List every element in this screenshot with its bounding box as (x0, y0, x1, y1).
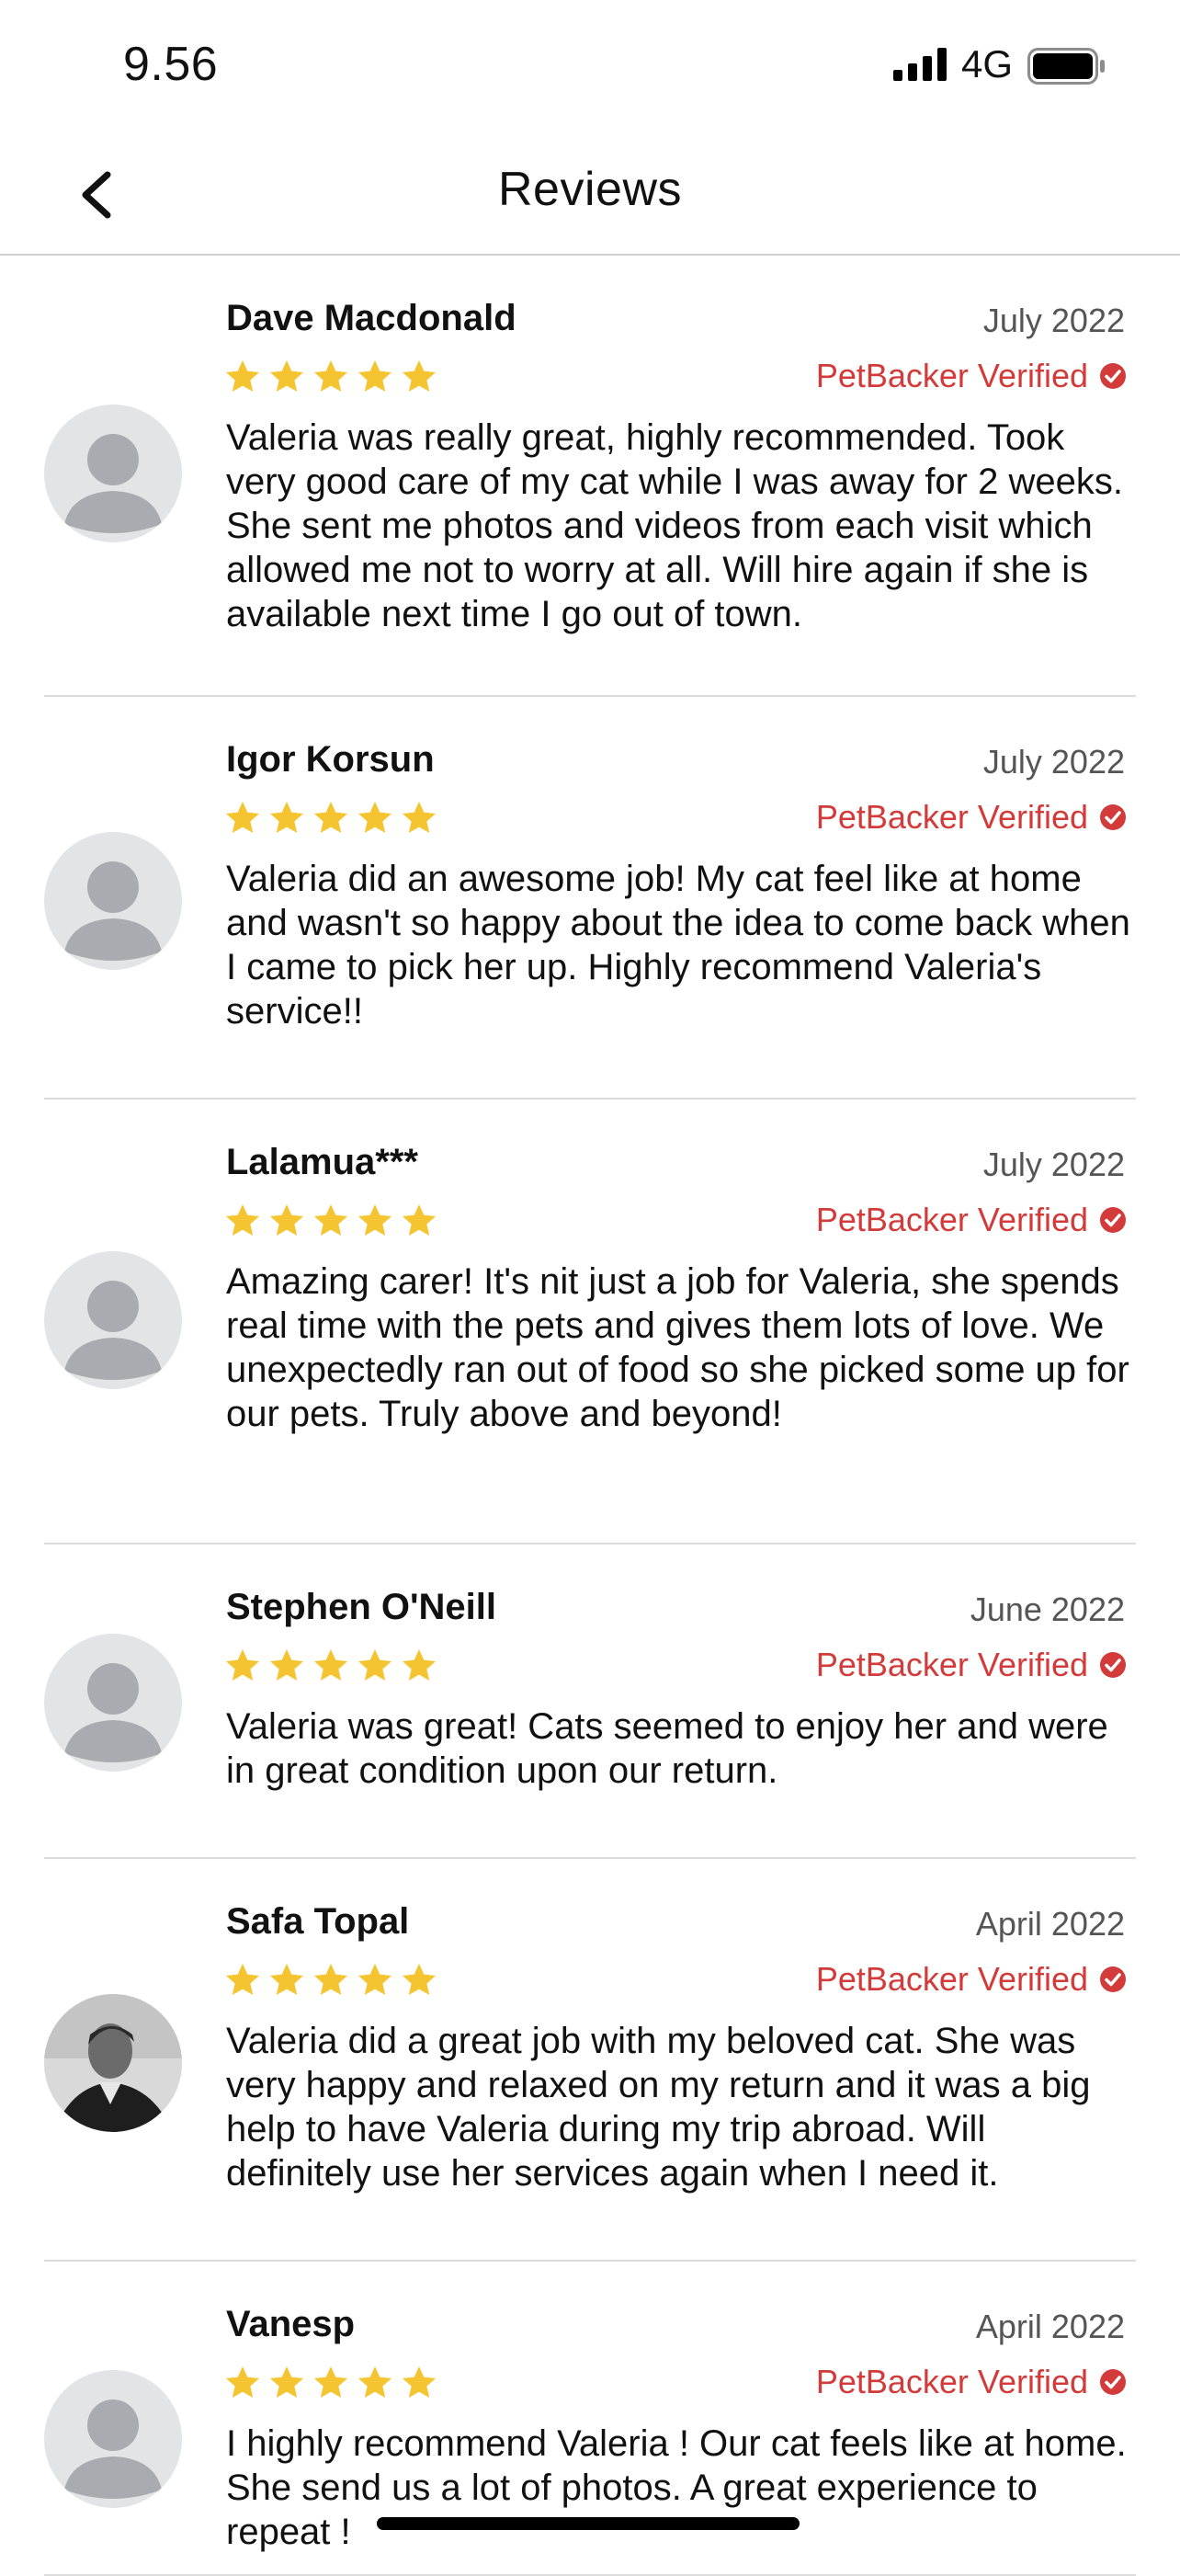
star-icon (226, 802, 259, 833)
avatar[interactable] (44, 405, 182, 542)
status-time: 9.56 (123, 38, 219, 91)
check-circle-icon (1100, 804, 1126, 830)
verified-label: PetBacker Verified (815, 1646, 1088, 1683)
star-icon (270, 1649, 303, 1681)
star-rating (224, 359, 437, 395)
star-icon (226, 2366, 259, 2398)
star-icon (226, 1649, 259, 1681)
verified-label: PetBacker Verified (815, 1960, 1088, 1998)
star-icon (226, 1964, 259, 1995)
star-icon (314, 1649, 347, 1681)
reviewer-name[interactable]: Igor Korsun (226, 739, 435, 781)
verified-badge: PetBacker Verified (816, 1960, 1127, 1999)
avatar[interactable] (44, 1994, 182, 2132)
review-date: July 2022 (982, 302, 1125, 339)
review-date: July 2022 (982, 743, 1125, 781)
star-icon (403, 802, 436, 833)
star-icon (314, 360, 347, 392)
review-item: Stephen O'Neill June 2022 PetBacker Veri… (44, 1544, 1136, 1859)
star-icon (403, 360, 436, 392)
verified-label: PetBacker Verified (815, 2363, 1088, 2400)
verified-badge: PetBacker Verified (816, 798, 1127, 837)
review-text: Valeria was really great, highly recomme… (226, 417, 1123, 634)
review-text: Valeria did a great job with my beloved … (226, 2021, 1091, 2194)
review-text: Valeria was great! Cats seemed to enjoy … (226, 1706, 1108, 1791)
star-icon (270, 2366, 303, 2398)
verified-badge: PetBacker Verified (816, 1646, 1127, 1684)
star-rating (224, 800, 437, 837)
reviewer-name[interactable]: Stephen O'Neill (226, 1587, 496, 1628)
review-text: Amazing carer! It's nit just a job for V… (226, 1261, 1129, 1434)
star-icon (403, 1649, 436, 1681)
review-date: July 2022 (982, 1146, 1125, 1183)
cellular-signal-icon (893, 48, 947, 81)
page-title: Reviews (498, 163, 682, 216)
star-icon (358, 1964, 391, 1995)
star-icon (314, 1964, 347, 1995)
star-icon (226, 1204, 259, 1236)
star-icon (358, 802, 391, 833)
star-icon (270, 802, 303, 833)
star-icon (270, 360, 303, 392)
reviewer-name[interactable]: Dave Macdonald (226, 298, 516, 339)
verified-badge: PetBacker Verified (816, 357, 1127, 395)
review-item: Lalamua*** July 2022 PetBacker Verified … (44, 1100, 1136, 1544)
star-icon (403, 2366, 436, 2398)
verified-badge: PetBacker Verified (816, 1201, 1127, 1239)
star-icon (226, 360, 259, 392)
check-circle-icon (1100, 363, 1126, 389)
review-item: Dave Macdonald July 2022 PetBacker Verif… (44, 256, 1136, 697)
verified-label: PetBacker Verified (815, 357, 1088, 394)
star-icon (358, 360, 391, 392)
review-date: April 2022 (975, 2308, 1125, 2345)
star-icon (358, 2366, 391, 2398)
verified-label: PetBacker Verified (815, 798, 1088, 836)
star-icon (270, 1204, 303, 1236)
star-rating (224, 1647, 437, 1684)
star-icon (314, 802, 347, 833)
star-icon (358, 1649, 391, 1681)
star-rating (224, 2365, 437, 2401)
verified-badge: PetBacker Verified (816, 2363, 1127, 2401)
check-circle-icon (1100, 1966, 1126, 1992)
avatar[interactable] (44, 1251, 182, 1389)
battery-icon (1027, 48, 1105, 85)
review-item: Igor Korsun July 2022 PetBacker Verified… (44, 697, 1136, 1100)
avatar[interactable] (44, 832, 182, 970)
verified-label: PetBacker Verified (815, 1201, 1088, 1238)
network-type: 4G (961, 42, 1014, 85)
star-icon (403, 1964, 436, 1995)
check-circle-icon (1100, 1652, 1126, 1678)
review-item: Safa Topal April 2022 PetBacker Verified… (44, 1859, 1136, 2262)
star-icon (270, 1964, 303, 1995)
review-text: I highly recommend Valeria ! Our cat fee… (226, 2423, 1127, 2552)
review-date: April 2022 (975, 1905, 1125, 1943)
nav-bar: Reviews (0, 129, 1180, 256)
reviews-list[interactable]: Dave Macdonald July 2022 PetBacker Verif… (0, 256, 1180, 2576)
avatar[interactable] (44, 1634, 182, 1772)
status-bar: 9.56 4G (0, 0, 1180, 129)
reviewer-name[interactable]: Vanesp (226, 2304, 355, 2345)
star-icon (403, 1204, 436, 1236)
star-icon (314, 1204, 347, 1236)
review-text: Valeria did an awesome job! My cat feel … (226, 859, 1130, 1032)
home-indicator (377, 2517, 800, 2530)
avatar[interactable] (44, 2370, 182, 2508)
star-icon (314, 2366, 347, 2398)
star-rating (224, 1203, 437, 1239)
review-date: June 2022 (970, 1590, 1125, 1628)
star-rating (224, 1962, 437, 1999)
check-circle-icon (1100, 2369, 1126, 2395)
reviewer-name[interactable]: Lalamua*** (226, 1142, 418, 1183)
star-icon (358, 1204, 391, 1236)
reviewer-name[interactable]: Safa Topal (226, 1901, 409, 1943)
check-circle-icon (1100, 1207, 1126, 1233)
